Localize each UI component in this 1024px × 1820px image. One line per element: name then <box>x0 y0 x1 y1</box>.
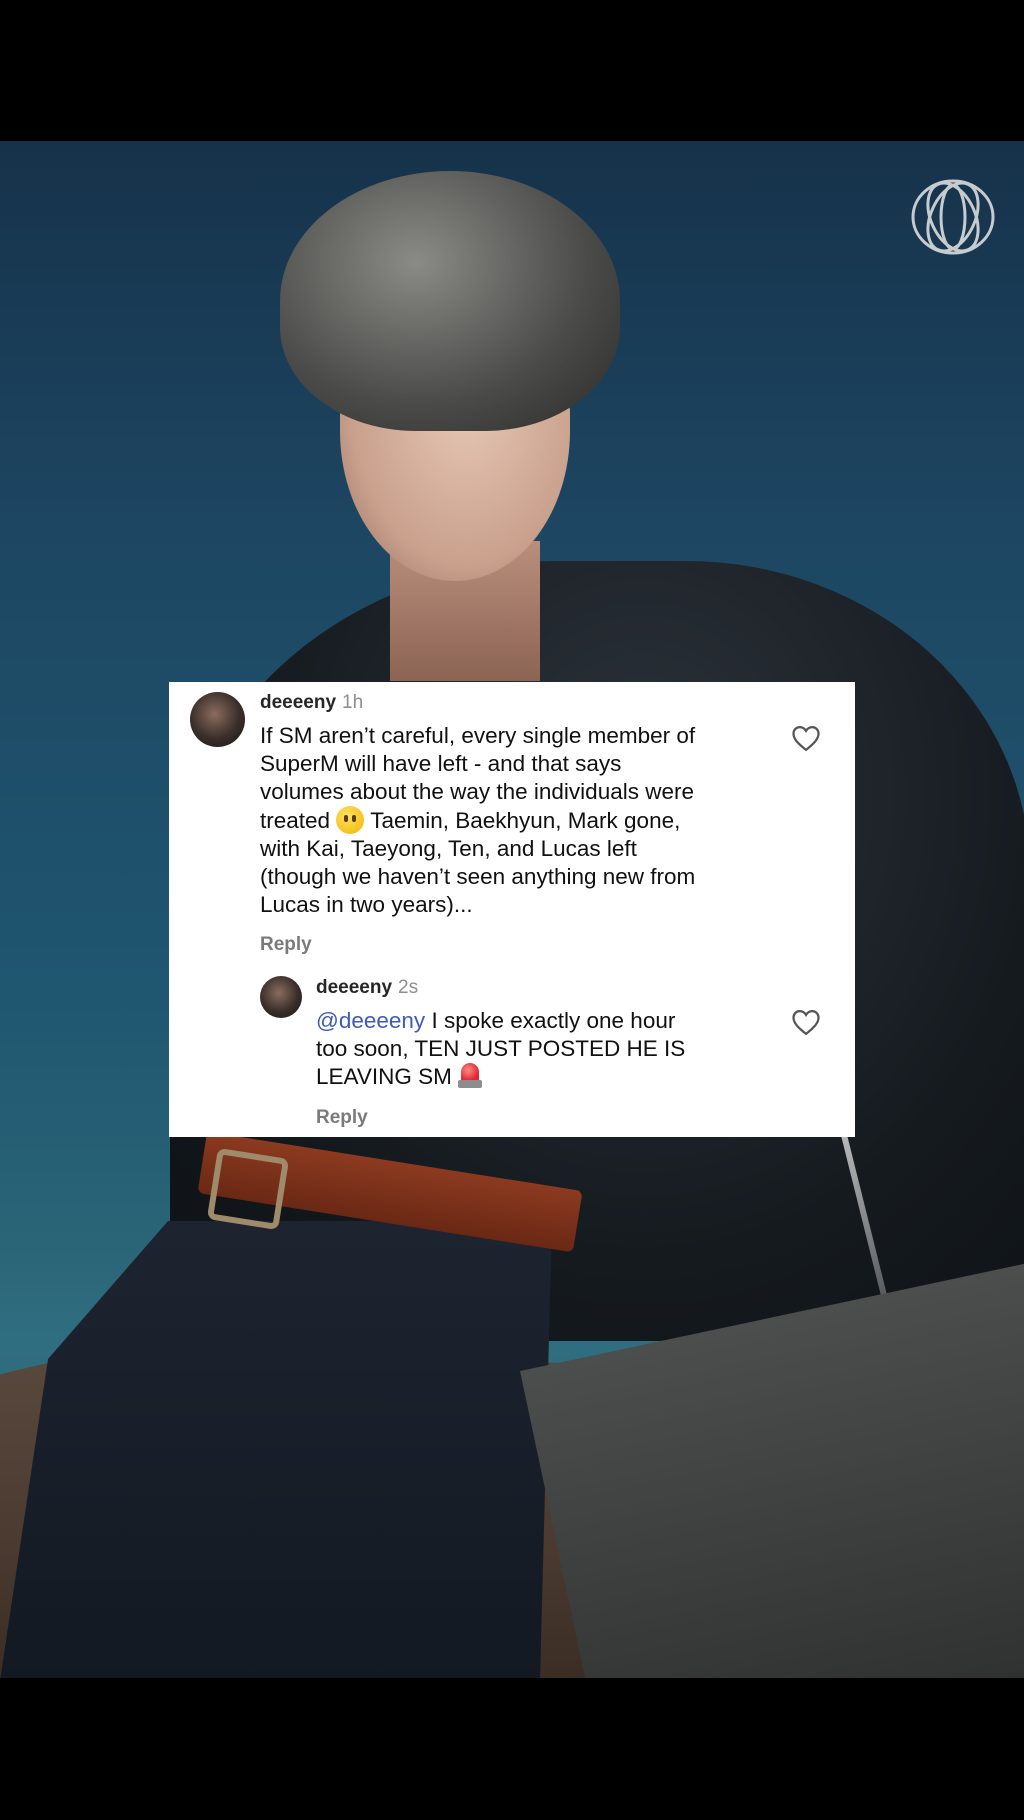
reply-username-row: deeeeny 2s <box>316 977 418 999</box>
reply-line: @deeeeny I spoke exactly one hour <box>316 1008 676 1033</box>
reply-time: 2s <box>398 977 419 998</box>
comment-line: Lucas in two years)... <box>260 892 473 917</box>
belt-buckle <box>206 1147 290 1231</box>
comment-line: with Kai, Taeyong, Ten, and Lucas left <box>260 836 637 861</box>
comment-line: treated Taemin, Baekhyun, Mark gone, <box>260 806 681 834</box>
avatar[interactable] <box>190 692 245 747</box>
face-without-mouth-emoji-icon <box>336 806 365 834</box>
comment-line: volumes about the way the individuals we… <box>260 779 694 804</box>
reply-line: too soon, TEN JUST POSTED HE IS <box>316 1036 686 1061</box>
hair <box>280 171 620 431</box>
comment-time: 1h <box>342 692 364 713</box>
reply-avatar[interactable] <box>260 976 302 1018</box>
police-car-light-emoji-icon <box>458 1063 483 1089</box>
comment-username-row: deeeeny 1h <box>260 692 363 714</box>
like-heart-icon[interactable] <box>791 724 821 752</box>
comment-card: deeeeny 1h If SM aren’t careful, every si… <box>169 682 855 1137</box>
reply-username[interactable]: deeeeny <box>316 977 392 998</box>
comment-username[interactable]: deeeeny <box>260 692 336 713</box>
reply-button[interactable]: Reply <box>260 934 312 956</box>
nct-logo-icon <box>911 179 995 255</box>
reply-text: @deeeeny I spoke exactly one hour too so… <box>316 1007 776 1091</box>
comment-line: SuperM will have left - and that says <box>260 751 622 776</box>
reply-reply-button[interactable]: Reply <box>316 1107 368 1129</box>
reply-like-heart-icon[interactable] <box>791 1008 821 1036</box>
mention-link[interactable]: @deeeeny <box>316 1008 425 1033</box>
comment-text: If SM aren’t careful, every single membe… <box>260 722 780 919</box>
comment-line: (though we haven’t seen anything new fro… <box>260 864 696 889</box>
jeans <box>0 1221 552 1678</box>
comment-line: If SM aren’t careful, every single membe… <box>260 723 696 748</box>
reply-line: LEAVING SM <box>316 1063 776 1091</box>
